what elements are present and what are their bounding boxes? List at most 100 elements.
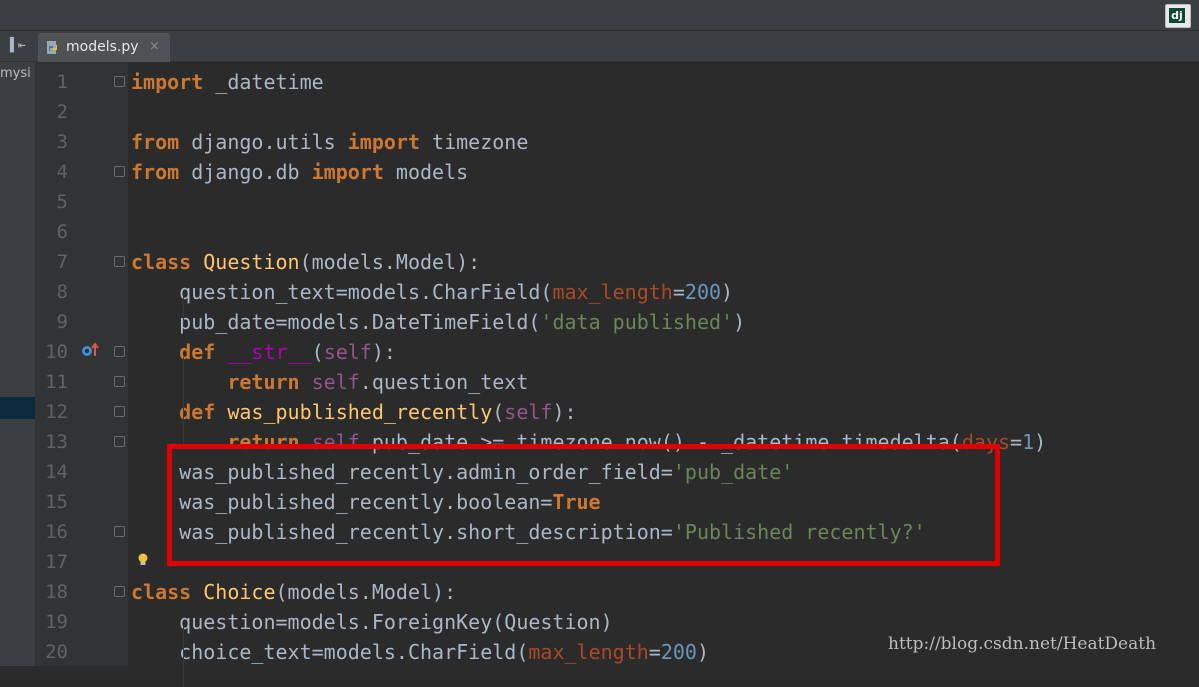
code-token: self	[311, 370, 360, 394]
code-token: _datetime	[203, 70, 324, 94]
line-number[interactable]: 5	[36, 187, 68, 217]
code-token: import	[311, 160, 384, 184]
code-line[interactable]: from django.utils import timezone	[131, 127, 528, 157]
line-number[interactable]: 11	[36, 367, 68, 397]
fold-marker-icon[interactable]	[114, 256, 125, 267]
line-number[interactable]: 6	[36, 217, 68, 247]
code-token: 1	[1022, 430, 1035, 454]
fold-marker-icon[interactable]	[114, 526, 125, 537]
code-line[interactable]: choice_text=models.CharField(max_length=…	[131, 637, 709, 667]
line-number[interactable]: 7	[36, 247, 68, 277]
fold-marker-icon[interactable]	[114, 166, 125, 177]
code-token: ):	[371, 340, 396, 364]
tab-models-py[interactable]: models.py ×	[38, 33, 170, 62]
line-number[interactable]: 19	[36, 607, 68, 637]
code-line[interactable]: question=models.ForeignKey(Question)	[131, 607, 612, 637]
code-token: self	[504, 400, 553, 424]
code-line[interactable]: import _datetime	[131, 67, 324, 97]
line-number[interactable]: 15	[36, 487, 68, 517]
code-token: from	[131, 160, 180, 184]
code-token: timezone	[420, 130, 529, 154]
line-number[interactable]: 20	[36, 637, 68, 667]
code-token: class	[131, 250, 192, 274]
code-token: django.utils	[179, 130, 348, 154]
code-token: def	[179, 400, 216, 424]
code-token: question_text=models.CharField(	[131, 280, 553, 304]
code-token: __str__	[227, 340, 312, 364]
code-token: )	[696, 640, 709, 664]
title-bar: dj	[0, 0, 1199, 31]
code-token: 'data published'	[540, 310, 734, 334]
code-line[interactable]: def __str__(self):	[131, 337, 396, 367]
code-token: models	[383, 160, 469, 184]
code-token: choice_text=models.CharField(	[131, 640, 529, 664]
line-number[interactable]: 17	[36, 547, 68, 577]
code-line[interactable]: class Choice(models.Model):	[131, 577, 456, 607]
fold-marker-icon[interactable]	[114, 346, 125, 357]
override-method-icon[interactable]	[80, 341, 102, 359]
watermark: http://blog.csdn.net/HeatDeath	[888, 634, 1157, 654]
code-token: import	[347, 130, 420, 154]
project-panel-selection	[0, 397, 35, 419]
code-token: =	[648, 640, 661, 664]
highlight-box	[167, 444, 1000, 566]
indent-guide	[183, 357, 184, 447]
code-token: (	[492, 400, 505, 424]
line-number[interactable]: 16	[36, 517, 68, 547]
line-number[interactable]: 3	[36, 127, 68, 157]
code-token: (models.Model):	[275, 580, 457, 604]
fold-marker-icon[interactable]	[114, 406, 125, 417]
code-token: class	[131, 580, 192, 604]
line-number[interactable]: 4	[36, 157, 68, 187]
line-number[interactable]: 18	[36, 577, 68, 607]
django-icon[interactable]: dj	[1165, 4, 1191, 28]
code-token: 200	[660, 640, 697, 664]
code-token: import	[131, 70, 204, 94]
code-token: =	[1010, 430, 1023, 454]
code-token: 200	[684, 280, 722, 304]
fold-marker-icon[interactable]	[114, 586, 125, 597]
line-number[interactable]: 9	[36, 307, 68, 337]
fold-marker-icon[interactable]	[114, 376, 125, 387]
lightbulb-icon[interactable]	[137, 553, 149, 567]
code-line[interactable]: pub_date=models.DateTimeField('data publ…	[131, 307, 745, 337]
code-token: (	[311, 340, 324, 364]
fold-marker-icon[interactable]	[114, 76, 125, 87]
project-panel-label[interactable]: mysi	[0, 66, 31, 81]
code-token: max_length	[528, 640, 649, 664]
tab-close-icon[interactable]: ×	[149, 39, 160, 54]
line-number[interactable]: 12	[36, 397, 68, 427]
code-token: .question_text	[359, 370, 529, 394]
line-number[interactable]: 13	[36, 427, 68, 457]
code-token: )	[1034, 430, 1047, 454]
fold-marker-icon[interactable]	[114, 436, 125, 447]
line-number[interactable]: 1	[36, 67, 68, 97]
collapse-panel-icon[interactable]: ▌⇤	[10, 38, 26, 53]
code-token: Question	[203, 250, 300, 274]
line-number[interactable]: 14	[36, 457, 68, 487]
code-token: )	[721, 280, 734, 304]
project-panel: mysi	[0, 62, 36, 666]
code-line[interactable]: return self.question_text	[131, 367, 528, 397]
code-token: from	[131, 130, 180, 154]
line-number[interactable]: 10	[36, 337, 68, 367]
indent-guide	[183, 297, 184, 327]
code-token: was_published_recently	[227, 400, 493, 424]
code-token: django.db	[179, 160, 312, 184]
django-badge-label: dj	[1169, 8, 1185, 23]
code-line[interactable]: from django.db import models	[131, 157, 468, 187]
code-line[interactable]: question_text=models.CharField(max_lengt…	[131, 277, 733, 307]
python-file-icon	[47, 41, 57, 54]
line-number[interactable]: 8	[36, 277, 68, 307]
code-line[interactable]: def was_published_recently(self):	[131, 397, 576, 427]
code-token: self	[323, 340, 372, 364]
code-token: =	[672, 280, 685, 304]
line-number[interactable]: 2	[36, 97, 68, 127]
code-line[interactable]: class Question(models.Model):	[131, 247, 480, 277]
